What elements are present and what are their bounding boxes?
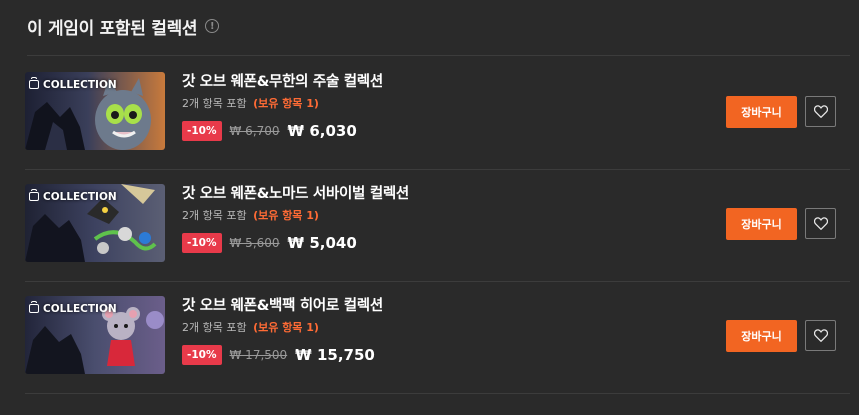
price-row: -10% ₩ 5,600 ₩ 5,040: [182, 233, 409, 253]
wishlist-button[interactable]: [805, 96, 836, 127]
badge-label: COLLECTION: [43, 190, 117, 203]
divider: [27, 55, 850, 56]
collection-badge: COLLECTION: [29, 188, 117, 205]
add-to-cart-button[interactable]: 장바구니: [726, 320, 797, 352]
final-price: ₩ 6,030: [287, 122, 357, 140]
collection-thumbnail[interactable]: COLLECTION: [25, 72, 165, 150]
price-row: -10% ₩ 6,700 ₩ 6,030: [182, 121, 383, 141]
badge-label: COLLECTION: [43, 78, 117, 91]
badge-label: COLLECTION: [43, 302, 117, 315]
heart-icon: [813, 105, 828, 118]
heart-icon: [813, 217, 828, 230]
section-header: 이 게임이 포함된 컬렉션 !: [27, 14, 220, 39]
wishlist-button[interactable]: [805, 320, 836, 351]
collection-badge: COLLECTION: [29, 76, 117, 93]
collection-item[interactable]: COLLECTION 갓 오브 웨폰&무한의 주술 컬렉션 2개 항목 포함 (…: [25, 58, 850, 170]
final-price: ₩ 5,040: [287, 234, 357, 252]
item-count: 2개 항목 포함 (보유 항목 1): [182, 209, 409, 223]
item-count: 2개 항목 포함 (보유 항목 1): [182, 97, 383, 111]
discount-badge: -10%: [182, 345, 222, 365]
final-price: ₩ 15,750: [295, 346, 375, 364]
collection-thumbnail[interactable]: COLLECTION: [25, 184, 165, 262]
add-to-cart-button[interactable]: 장바구니: [726, 208, 797, 240]
item-count: 2개 항목 포함 (보유 항목 1): [182, 321, 383, 335]
add-to-cart-button[interactable]: 장바구니: [726, 96, 797, 128]
collection-item[interactable]: COLLECTION 갓 오브 웨폰&백팩 히어로 컬렉션 2개 항목 포함 (…: [25, 282, 850, 394]
count-text: 2개 항목 포함: [182, 321, 247, 334]
section-title: 이 게임이 포함된 컬렉션: [27, 18, 198, 39]
original-price: ₩ 17,500: [229, 348, 288, 362]
discount-badge: -10%: [182, 121, 222, 141]
collection-icon: [29, 77, 39, 89]
heart-icon: [813, 329, 828, 342]
collection-item[interactable]: COLLECTION 갓 오브 웨폰&노마드 서바이벌 컬렉션 2개 항목 포함…: [25, 170, 850, 282]
original-price: ₩ 5,600: [229, 236, 280, 250]
item-info: 갓 오브 웨폰&노마드 서바이벌 컬렉션 2개 항목 포함 (보유 항목 1) …: [182, 184, 409, 253]
collection-name[interactable]: 갓 오브 웨폰&노마드 서바이벌 컬렉션: [182, 184, 409, 204]
collection-name[interactable]: 갓 오브 웨폰&무한의 주술 컬렉션: [182, 72, 383, 92]
info-circle-icon[interactable]: !: [205, 19, 220, 33]
collection-section: 이 게임이 포함된 컬렉션 ! COLLECTION 갓 오브 웨폰&무한의 주…: [0, 0, 859, 415]
count-text: 2개 항목 포함: [182, 97, 247, 110]
collection-icon: [29, 189, 39, 201]
wishlist-button[interactable]: [805, 208, 836, 239]
collection-icon: [29, 301, 39, 313]
collection-name[interactable]: 갓 오브 웨폰&백팩 히어로 컬렉션: [182, 296, 383, 316]
price-row: -10% ₩ 17,500 ₩ 15,750: [182, 345, 383, 365]
item-info: 갓 오브 웨폰&무한의 주술 컬렉션 2개 항목 포함 (보유 항목 1) -1…: [182, 72, 383, 141]
owned-text: (보유 항목 1): [253, 209, 319, 222]
collection-thumbnail[interactable]: COLLECTION: [25, 296, 165, 374]
discount-badge: -10%: [182, 233, 222, 253]
original-price: ₩ 6,700: [229, 124, 280, 138]
item-info: 갓 오브 웨폰&백팩 히어로 컬렉션 2개 항목 포함 (보유 항목 1) -1…: [182, 296, 383, 365]
count-text: 2개 항목 포함: [182, 209, 247, 222]
owned-text: (보유 항목 1): [253, 97, 319, 110]
owned-text: (보유 항목 1): [253, 321, 319, 334]
collection-badge: COLLECTION: [29, 300, 117, 317]
